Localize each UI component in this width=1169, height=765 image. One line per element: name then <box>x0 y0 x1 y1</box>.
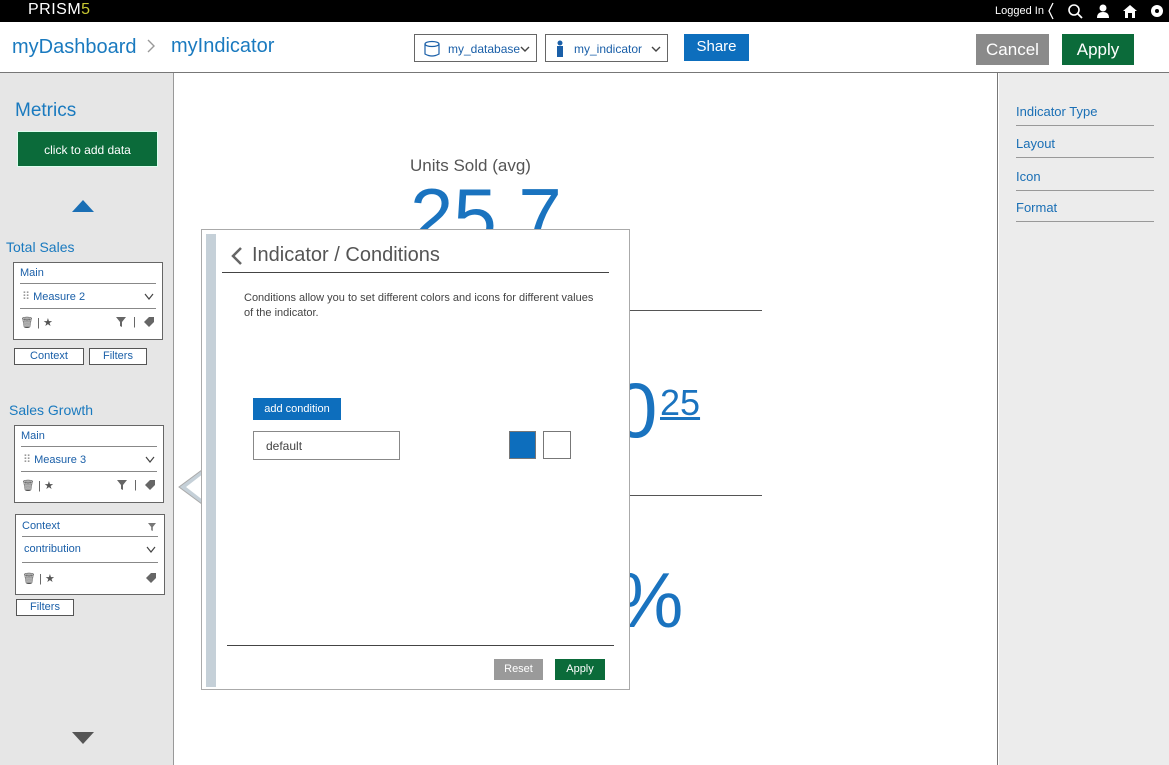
header: myDashboard myIndicator my_database my_i… <box>0 22 1169 73</box>
divider-chevron-icon <box>1048 2 1054 20</box>
breadcrumb-current: myIndicator <box>171 35 275 57</box>
delete-icon[interactable]: 🗑 <box>21 480 35 492</box>
scroll-up-icon[interactable] <box>72 199 94 213</box>
popup-title-divider <box>222 272 609 273</box>
filter-icon[interactable] <box>116 317 126 327</box>
chevron-down-icon <box>145 456 155 463</box>
tag-icon[interactable] <box>144 317 154 327</box>
filters-button[interactable]: Filters <box>16 599 74 616</box>
popup-title: Indicator / Conditions <box>252 244 440 266</box>
metrics-title: Metrics <box>15 100 77 121</box>
person-icon <box>557 40 563 57</box>
star-icon[interactable]: ★ <box>44 480 54 492</box>
filter-icon[interactable] <box>117 480 127 490</box>
context-button[interactable]: Context <box>14 348 84 365</box>
add-data-button[interactable]: click to add data <box>17 131 158 167</box>
apply-button[interactable]: Apply <box>1062 34 1134 65</box>
metrics-panel: Metrics click to add data Total Sales Ma… <box>0 73 174 765</box>
measure-select-value: Measure 3 <box>34 454 87 466</box>
filters-button[interactable]: Filters <box>89 348 147 365</box>
star-icon[interactable]: ★ <box>43 317 53 329</box>
measure-actions: 🗑 | ★ | <box>20 316 156 329</box>
context-actions: 🗑 | ★ <box>22 572 158 585</box>
chevron-down-icon <box>146 546 156 553</box>
delete-icon[interactable]: 🗑 <box>22 573 36 585</box>
settings-icon[interactable] <box>1149 3 1165 19</box>
menu-format[interactable]: Format <box>1016 200 1154 222</box>
condition-color-swatch[interactable] <box>509 431 536 459</box>
chevron-down-icon <box>144 293 154 300</box>
indicator-select-value: my_indicator <box>574 42 643 56</box>
user-icon[interactable] <box>1095 3 1111 19</box>
measure-box: Main ⠿ Measure 3 🗑 | ★ | <box>14 425 164 503</box>
group-title-sales-growth: Sales Growth <box>9 402 94 418</box>
cancel-button[interactable]: Cancel <box>976 34 1049 65</box>
measure-box-title: Main <box>20 267 44 279</box>
menu-indicator-type[interactable]: Indicator Type <box>1016 104 1154 126</box>
chevron-down-icon <box>520 46 530 52</box>
context-box: Context contribution 🗑 | ★ <box>15 514 165 595</box>
context-box-title: Context <box>22 520 60 532</box>
home-icon[interactable] <box>1122 3 1138 19</box>
drag-handle-icon[interactable]: ⠿ <box>23 454 31 466</box>
conditions-popup: Indicator / Conditions Conditions allow … <box>201 229 630 690</box>
divider <box>629 495 762 496</box>
measure-actions: 🗑 | ★ | <box>21 479 157 492</box>
popup-apply-button[interactable]: Apply <box>555 659 605 680</box>
reset-button[interactable]: Reset <box>494 659 543 680</box>
condition-name-field[interactable]: default <box>253 431 400 460</box>
context-select-value: contribution <box>24 543 81 555</box>
breadcrumb-dashboard[interactable]: myDashboard <box>12 36 137 59</box>
search-icon[interactable] <box>1067 3 1083 19</box>
database-icon <box>424 40 440 57</box>
indicator-select[interactable]: my_indicator <box>545 34 668 62</box>
app-logo: PRISM5 <box>28 1 91 18</box>
share-button[interactable]: Share <box>684 34 749 61</box>
popup-footer-divider <box>227 645 614 646</box>
scroll-down-icon[interactable] <box>72 731 94 745</box>
menu-layout[interactable]: Layout <box>1016 136 1154 158</box>
divider <box>629 310 762 311</box>
add-condition-button[interactable]: add condition <box>253 398 341 420</box>
popup-accent-bar <box>206 234 216 687</box>
group-title-total-sales: Total Sales <box>6 239 75 255</box>
menu-icon[interactable]: Icon <box>1016 169 1154 191</box>
delete-icon[interactable]: 🗑 <box>20 317 34 329</box>
star-icon[interactable]: ★ <box>45 573 55 585</box>
chevron-down-icon <box>651 46 661 52</box>
measure-select[interactable]: ⠿ Measure 2 <box>22 290 156 303</box>
top-bar: PRISM5 Logged In <box>0 0 1169 22</box>
database-select[interactable]: my_database <box>414 34 537 62</box>
breadcrumb-chevron-icon <box>147 39 155 53</box>
properties-panel: Indicator Type Layout Icon Format <box>999 73 1169 765</box>
measure-select-value: Measure 2 <box>33 291 86 303</box>
drag-handle-icon[interactable]: ⠿ <box>22 291 30 303</box>
back-chevron-icon[interactable] <box>230 246 244 266</box>
measure-box-title: Main <box>21 430 45 442</box>
filter-icon[interactable] <box>148 523 156 531</box>
tag-icon[interactable] <box>145 480 155 490</box>
measure-select[interactable]: ⠿ Measure 3 <box>23 453 157 466</box>
tag-icon[interactable] <box>146 573 156 583</box>
indicator-value-2-superscript: 25 <box>660 382 701 423</box>
popup-description: Conditions allow you to set different co… <box>244 292 594 319</box>
measure-box: Main ⠿ Measure 2 🗑 | ★ | <box>13 262 163 340</box>
logged-in-status: Logged In <box>995 5 1044 17</box>
database-select-value: my_database <box>448 42 521 56</box>
condition-icon-swatch[interactable] <box>543 431 571 459</box>
context-select[interactable]: contribution <box>24 543 158 555</box>
